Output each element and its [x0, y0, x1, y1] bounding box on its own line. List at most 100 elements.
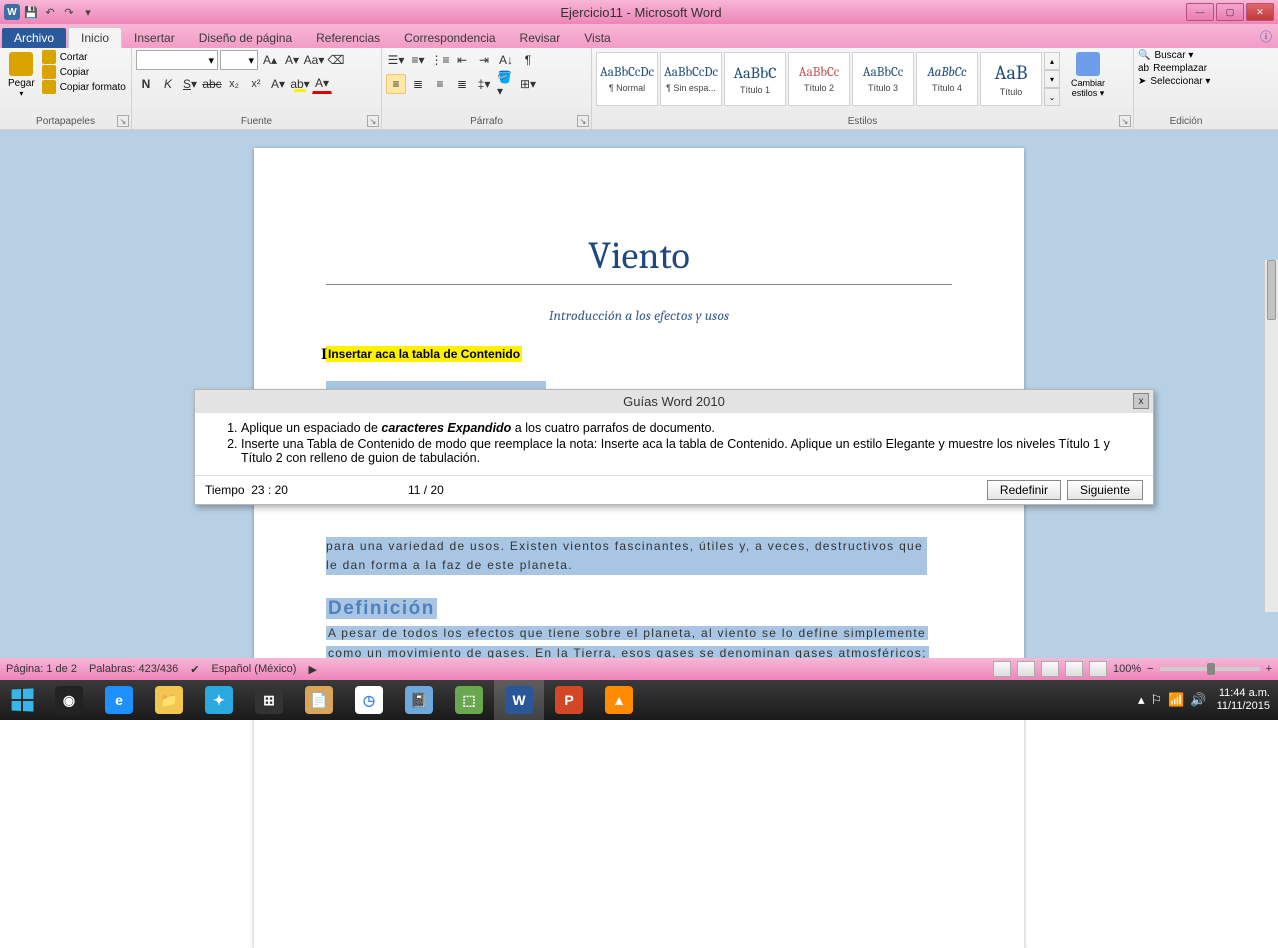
decrease-indent-button[interactable]: ⇤: [452, 50, 472, 70]
style-heading2[interactable]: AaBbCcTítulo 2: [788, 52, 850, 106]
grow-font-button[interactable]: A▴: [260, 50, 280, 70]
change-styles-button[interactable]: Cambiar estilos ▾: [1063, 50, 1113, 106]
style-normal[interactable]: AaBbCcDc¶ Normal: [596, 52, 658, 106]
replace-button[interactable]: abReemplazar: [1138, 63, 1234, 74]
clipboard-launcher[interactable]: ↘: [117, 115, 129, 127]
justify-button[interactable]: ≣: [452, 74, 472, 94]
shrink-font-button[interactable]: A▾: [282, 50, 302, 70]
superscript-button[interactable]: x²: [246, 74, 266, 94]
highlight-button[interactable]: ab▾: [290, 74, 310, 94]
increase-indent-button[interactable]: ⇥: [474, 50, 494, 70]
vertical-scrollbar[interactable]: [1264, 260, 1278, 612]
sort-button[interactable]: A↓: [496, 50, 516, 70]
next-button[interactable]: Siguiente: [1067, 480, 1143, 500]
styles-up[interactable]: ▴: [1044, 52, 1060, 70]
tab-inicio[interactable]: Inicio: [68, 27, 122, 48]
format-painter-button[interactable]: Copiar formato: [42, 80, 126, 94]
tray-volume-icon[interactable]: 🔊: [1190, 692, 1206, 708]
help-icon[interactable]: ⓘ: [1260, 28, 1272, 45]
view-web[interactable]: [1041, 661, 1059, 677]
styles-launcher[interactable]: ↘: [1119, 115, 1131, 127]
text-effects-button[interactable]: A▾: [268, 74, 288, 94]
task-notepad[interactable]: 📓: [394, 680, 444, 720]
styles-down[interactable]: ▾: [1044, 70, 1060, 88]
file-tab[interactable]: Archivo: [2, 28, 66, 48]
tab-correspondencia[interactable]: Correspondencia: [392, 28, 507, 48]
borders-button[interactable]: ⊞▾: [518, 74, 538, 94]
qat-more[interactable]: ▾: [80, 4, 96, 20]
close-button[interactable]: ✕: [1246, 3, 1274, 21]
bold-button[interactable]: N: [136, 74, 156, 94]
style-title[interactable]: AaBTítulo: [980, 52, 1042, 106]
task-word[interactable]: W: [494, 680, 544, 720]
task-explorer[interactable]: 📁: [144, 680, 194, 720]
italic-button[interactable]: K: [158, 74, 178, 94]
task-camtasia[interactable]: ⬚: [444, 680, 494, 720]
task-chrome[interactable]: ◷: [344, 680, 394, 720]
style-heading1[interactable]: AaBbCTítulo 1: [724, 52, 786, 106]
qat-undo[interactable]: ↶: [42, 4, 58, 20]
task-app2[interactable]: ⊞: [244, 680, 294, 720]
tray-clock[interactable]: 11:44 a.m. 11/11/2015: [1217, 687, 1270, 713]
status-page[interactable]: Página: 1 de 2: [6, 663, 77, 675]
find-button[interactable]: 🔍Buscar ▾: [1138, 50, 1234, 61]
task-camera[interactable]: ◉: [44, 680, 94, 720]
bullets-button[interactable]: ☰▾: [386, 50, 406, 70]
view-outline[interactable]: [1065, 661, 1083, 677]
styles-gallery[interactable]: AaBbCcDc¶ Normal AaBbCcDc¶ Sin espa... A…: [596, 50, 1060, 106]
tray-up-icon[interactable]: ▴: [1138, 692, 1145, 708]
subscript-button[interactable]: x₂: [224, 74, 244, 94]
zoom-slider[interactable]: [1160, 667, 1260, 671]
font-size-combo[interactable]: ▾: [220, 50, 258, 70]
underline-button[interactable]: S▾: [180, 74, 200, 94]
tab-revisar[interactable]: Revisar: [508, 28, 573, 48]
multilevel-button[interactable]: ⋮≡: [430, 50, 450, 70]
zoom-thumb[interactable]: [1207, 663, 1215, 675]
maximize-button[interactable]: ▢: [1216, 3, 1244, 21]
change-case-button[interactable]: Aa▾: [304, 50, 324, 70]
clear-format-button[interactable]: ⌫: [326, 50, 346, 70]
style-heading4[interactable]: AaBbCcTítulo 4: [916, 52, 978, 106]
zoom-level[interactable]: 100%: [1113, 663, 1141, 675]
qat-save[interactable]: 💾: [23, 4, 39, 20]
guide-close-button[interactable]: x: [1133, 393, 1149, 409]
status-language[interactable]: Español (México): [211, 663, 296, 675]
copy-button[interactable]: Copiar: [42, 65, 126, 79]
view-full-reading[interactable]: [1017, 661, 1035, 677]
zoom-in-button[interactable]: +: [1266, 663, 1272, 675]
style-no-spacing[interactable]: AaBbCcDc¶ Sin espa...: [660, 52, 722, 106]
minimize-button[interactable]: —: [1186, 3, 1214, 21]
task-ie[interactable]: e: [94, 680, 144, 720]
font-color-button[interactable]: A▾: [312, 74, 332, 94]
align-right-button[interactable]: ≡: [430, 74, 450, 94]
tab-insertar[interactable]: Insertar: [122, 28, 187, 48]
document-page[interactable]: Viento Introducción a los efectos y usos…: [254, 148, 1024, 948]
paragraph-launcher[interactable]: ↘: [577, 115, 589, 127]
tray-flag-icon[interactable]: ⚐: [1151, 692, 1163, 708]
align-center-button[interactable]: ≣: [408, 74, 428, 94]
task-powerpoint[interactable]: P: [544, 680, 594, 720]
font-launcher[interactable]: ↘: [367, 115, 379, 127]
cut-button[interactable]: Cortar: [42, 50, 126, 64]
show-marks-button[interactable]: ¶: [518, 50, 538, 70]
view-draft[interactable]: [1089, 661, 1107, 677]
select-button[interactable]: ➤Seleccionar ▾: [1138, 76, 1234, 87]
numbering-button[interactable]: ≡▾: [408, 50, 428, 70]
shading-button[interactable]: 🪣▾: [496, 74, 516, 94]
redefine-button[interactable]: Redefinir: [987, 480, 1061, 500]
status-words[interactable]: Palabras: 423/436: [89, 663, 178, 675]
qat-redo[interactable]: ↷: [61, 4, 77, 20]
strike-button[interactable]: abc: [202, 74, 222, 94]
paste-button[interactable]: Pegar ▾: [4, 50, 39, 100]
tab-referencias[interactable]: Referencias: [304, 28, 392, 48]
task-app3[interactable]: 📄: [294, 680, 344, 720]
font-name-combo[interactable]: ▾: [136, 50, 218, 70]
task-vlc[interactable]: ▲: [594, 680, 644, 720]
status-macro-icon[interactable]: ▶: [308, 663, 316, 676]
view-print-layout[interactable]: [993, 661, 1011, 677]
status-proof-icon[interactable]: ✔: [190, 663, 199, 676]
tab-vista[interactable]: Vista: [572, 28, 622, 48]
tab-diseno[interactable]: Diseño de página: [187, 28, 304, 48]
zoom-out-button[interactable]: −: [1147, 663, 1153, 675]
align-left-button[interactable]: ≡: [386, 74, 406, 94]
